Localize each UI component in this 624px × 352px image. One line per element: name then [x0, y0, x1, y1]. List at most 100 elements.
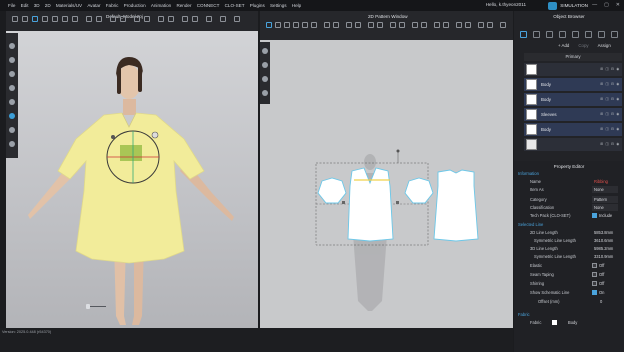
- menu-2d[interactable]: 2D: [45, 3, 51, 8]
- prop-value[interactable]: 5853.8mm: [594, 230, 613, 235]
- prop-offset[interactable]: Offset (mm) 0: [520, 298, 620, 306]
- menu-fabric[interactable]: Fabric: [106, 3, 119, 8]
- gizmo-box: [120, 145, 142, 161]
- property-editor: Property Editor Information Name Ribbing…: [514, 161, 624, 352]
- fabric-swatch: [526, 79, 537, 90]
- prop-label: 3D Line Length: [530, 246, 558, 251]
- tab-button-icon[interactable]: [533, 30, 540, 38]
- fabric-row[interactable]: Sleeves ⊞ ◫ ⊟ ◉: [524, 108, 622, 121]
- fabric-row[interactable]: Body ⊞ ◫ ⊟ ◉: [524, 123, 622, 136]
- version-label: Version: 2025.0.448 (r54370): [2, 330, 52, 334]
- fabric-row[interactable]: ⊞ ◫ ⊟ ◉: [524, 138, 622, 151]
- prop-label: Item As: [530, 187, 544, 192]
- fabric-row-icons[interactable]: ⊞ ◫ ⊟ ◉: [600, 82, 620, 86]
- menu-file[interactable]: File: [8, 3, 15, 8]
- prop-tech-pack[interactable]: Tech Pack (CLO-SET) Include: [520, 212, 620, 220]
- prop-2d-line-length[interactable]: 2D Line Length 5853.8mm: [520, 229, 620, 237]
- minimize-icon[interactable]: —: [592, 2, 597, 8]
- object-browser-title: Object Browser: [553, 14, 585, 19]
- prop-shirring[interactable]: Shirring Off: [520, 280, 620, 288]
- menu-help[interactable]: Help: [292, 3, 301, 8]
- shirring-checkbox[interactable]: [592, 281, 597, 286]
- tab-topstitch-icon[interactable]: [559, 30, 566, 38]
- fabric-row-icons[interactable]: ⊞ ◫ ⊟ ◉: [600, 67, 620, 71]
- user-greeting[interactable]: Hello, k.thyeon2011: [486, 2, 526, 7]
- menu-settings[interactable]: Settings: [270, 3, 287, 8]
- prop-item-as[interactable]: Item As None: [520, 186, 620, 194]
- prop-seam-taping[interactable]: Seam Taping Off: [520, 271, 620, 279]
- fabric-row-icons[interactable]: ⊞ ◫ ⊟ ◉: [600, 97, 620, 101]
- prop-classification[interactable]: Classification None: [520, 204, 620, 212]
- prop-fabric[interactable]: Fabric Body: [520, 319, 620, 327]
- 2d-pattern-window[interactable]: 2D Pattern Window: [260, 11, 513, 328]
- copy-button[interactable]: Copy: [578, 43, 588, 48]
- offset-slider-knob[interactable]: [86, 304, 90, 309]
- tab-zipper-icon[interactable]: [585, 30, 592, 38]
- menu-plugins[interactable]: Plugins: [250, 3, 265, 8]
- add-button[interactable]: + Add: [558, 43, 569, 48]
- prop-label: Fabric: [530, 320, 542, 325]
- simulation-label: SIMULATION: [560, 3, 588, 8]
- fabric-section[interactable]: Fabric: [518, 312, 530, 317]
- menu-avatar[interactable]: Avatar: [87, 3, 100, 8]
- prop-value: Off: [599, 263, 605, 268]
- tab-puckering-icon[interactable]: [572, 30, 579, 38]
- close-icon[interactable]: ✕: [616, 2, 620, 8]
- menu-3d[interactable]: 3D: [34, 3, 40, 8]
- fabric-row-icons[interactable]: ⊞ ◫ ⊟ ◉: [600, 142, 620, 146]
- prop-label: Show Schematic Line: [530, 290, 570, 295]
- prop-value: None: [594, 187, 604, 192]
- prop-label: Symmetric Line Length: [534, 254, 576, 259]
- menu-clo-set[interactable]: CLO-SET: [225, 3, 245, 8]
- selected-line-section[interactable]: Selected Line: [518, 222, 543, 227]
- prop-category[interactable]: Category Pattern: [520, 196, 620, 204]
- elastic-checkbox[interactable]: [592, 263, 597, 268]
- prop-name[interactable]: Name Ribbing: [520, 178, 620, 186]
- fabric-swatch: [526, 109, 537, 120]
- avatar-neck: [123, 99, 136, 115]
- menu-edit[interactable]: Edit: [21, 3, 29, 8]
- fabric-dropdown[interactable]: Body: [568, 320, 577, 325]
- prop-elastic[interactable]: Elastic Off: [520, 262, 620, 270]
- avatar-scene: [28, 57, 234, 325]
- information-section[interactable]: Information: [518, 171, 539, 176]
- menu-animation[interactable]: Animation: [151, 3, 171, 8]
- simulation-toggle[interactable]: SIMULATION: [548, 1, 588, 10]
- object-browser: Object Browser + Add Copy Assign Primary…: [514, 11, 624, 161]
- menu-bar: File Edit 3D 2D Materials/UV Avatar Fabr…: [0, 0, 624, 11]
- offset-slider[interactable]: [86, 304, 106, 309]
- pattern-sleeve-left: [317, 177, 347, 204]
- primary-header: Primary: [524, 53, 622, 61]
- prop-value[interactable]: Ribbing: [594, 179, 608, 184]
- tab-buttonhole-icon[interactable]: [546, 30, 553, 38]
- menu-connect[interactable]: CONNECT: [197, 3, 220, 8]
- pattern-back-body: [433, 169, 479, 242]
- fabric-row[interactable]: Body ⊞ ◫ ⊟ ◉: [524, 78, 622, 91]
- tab-more-icon[interactable]: [611, 30, 618, 38]
- seam-taping-checkbox[interactable]: [592, 272, 597, 277]
- tab-graphic-icon[interactable]: [598, 30, 605, 38]
- offset-input[interactable]: 0: [600, 299, 602, 304]
- window-controls: — ▢ ✕: [592, 2, 620, 8]
- property-editor-title: Property Editor: [553, 164, 585, 169]
- menu-materials-uv[interactable]: Materials/UV: [56, 3, 82, 8]
- schematic-checkbox[interactable]: [592, 290, 597, 295]
- menu-render[interactable]: Render: [176, 3, 191, 8]
- tech-pack-checkbox[interactable]: [592, 213, 597, 218]
- object-browser-tabs: [516, 29, 622, 39]
- menu-production[interactable]: Production: [124, 3, 146, 8]
- fabric-row-icons[interactable]: ⊞ ◫ ⊟ ◉: [600, 127, 620, 131]
- fabric-row[interactable]: ⊞ ◫ ⊟ ◉: [524, 63, 622, 76]
- tab-fabric-icon[interactable]: [520, 30, 527, 38]
- dress: [57, 112, 205, 264]
- prop-value: Include: [599, 213, 613, 218]
- fabric-swatch: [526, 64, 537, 75]
- prop-label: Name: [530, 179, 541, 184]
- fabric-name: Body: [541, 127, 552, 132]
- fabric-row[interactable]: Body ⊞ ◫ ⊟ ◉: [524, 93, 622, 106]
- maximize-icon[interactable]: ▢: [604, 2, 609, 8]
- fabric-row-icons[interactable]: ⊞ ◫ ⊟ ◉: [600, 112, 620, 116]
- assign-button[interactable]: Assign: [598, 43, 611, 48]
- prop-show-schematic[interactable]: Show Schematic Line On: [520, 289, 620, 297]
- 3d-viewport[interactable]: Default_Model.zpj: [6, 11, 258, 328]
